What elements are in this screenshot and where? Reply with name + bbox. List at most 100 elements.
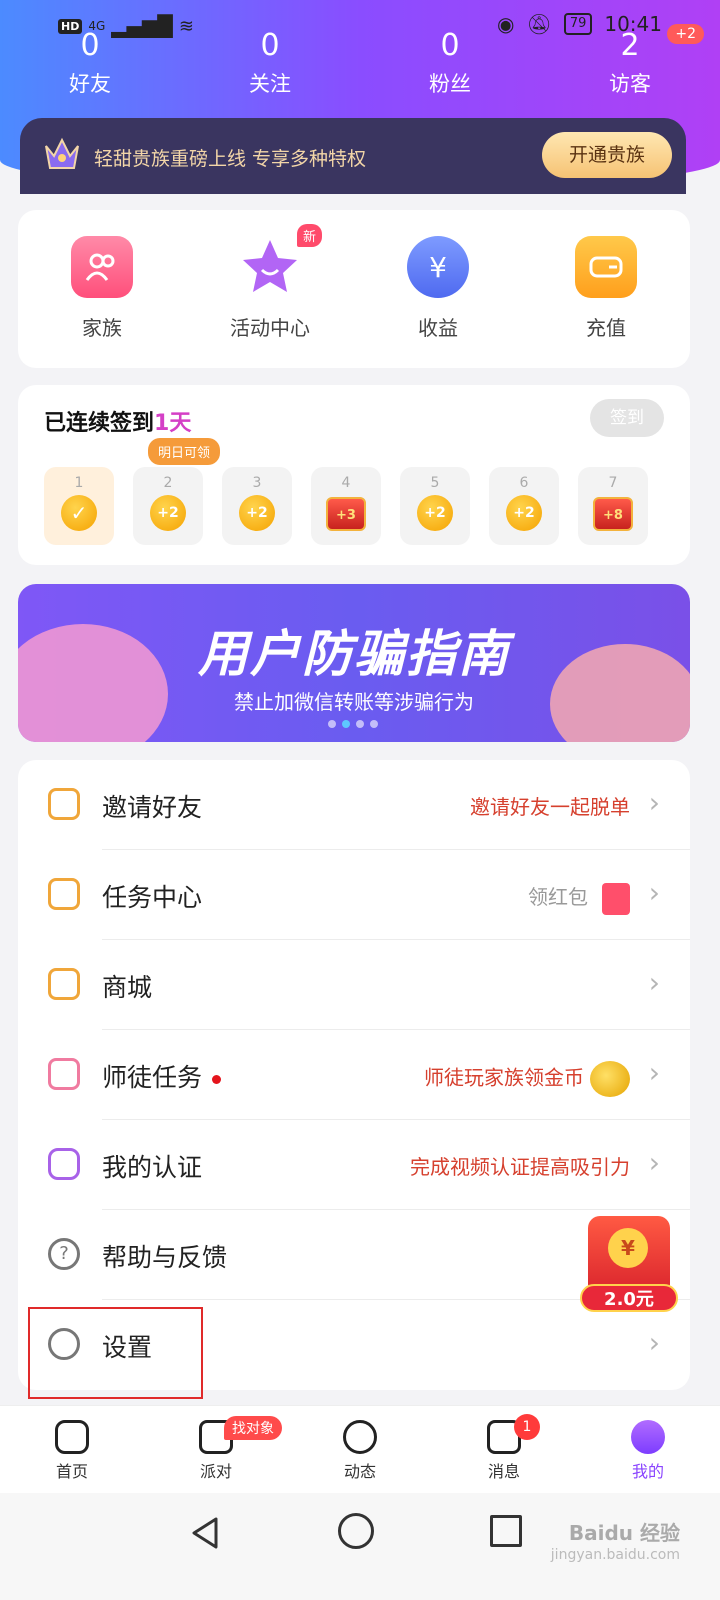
- checkin-day: 7 +8: [578, 467, 648, 545]
- day-number: 1: [74, 475, 84, 491]
- crown-icon: [45, 137, 79, 169]
- checkin-card: 已连续签到1天 签到 明日可领 1 ✓ 2 +2 3 +2 4 +3 5 +2 …: [18, 385, 690, 565]
- menu-hint: 师徒玩家族领金币: [424, 1065, 584, 1090]
- find-match-badge: 找对象: [224, 1416, 282, 1440]
- menu-label-text: 师徒任务: [102, 1063, 203, 1092]
- tab-moments[interactable]: 动态: [288, 1406, 432, 1493]
- day-number: 7: [608, 475, 618, 491]
- menu-invite-friends[interactable]: 邀请好友 邀请好友一起脱单 ›: [18, 760, 690, 850]
- yuan-coin: ¥: [608, 1228, 648, 1268]
- menu-label: 任务中心: [102, 883, 203, 912]
- home-icon: [55, 1420, 89, 1454]
- invite-icon: [48, 788, 80, 820]
- stat-following[interactable]: 0 关注: [180, 28, 360, 98]
- coin-icon: +2: [506, 495, 542, 531]
- recents-icon[interactable]: [490, 1515, 522, 1547]
- profile-icon: [631, 1420, 665, 1454]
- quick-recharge[interactable]: 充值: [522, 210, 690, 368]
- watermark-url: jingyan.baidu.com: [550, 1547, 680, 1563]
- pagination-dot[interactable]: [356, 720, 364, 728]
- system-nav-bar: Baidu 经验 jingyan.baidu.com: [0, 1493, 720, 1600]
- quick-label: 收益: [418, 316, 458, 340]
- bottom-tab-bar: 首页 找对象 派对 动态 1 消息 我的: [0, 1405, 720, 1493]
- tomorrow-tip: 明日可领: [148, 438, 221, 465]
- vip-promo-bar[interactable]: 轻甜贵族重磅上线 专享多种特权 开通贵族: [20, 118, 686, 194]
- quick-activity-center[interactable]: 新 活动中心: [186, 210, 354, 368]
- stat-fans[interactable]: 0 粉丝: [360, 28, 540, 98]
- checkin-day: 5 +2: [400, 467, 470, 545]
- checkin-day: 2 +2: [133, 467, 203, 545]
- day-number: 4: [341, 475, 351, 491]
- stats-row: 0 好友 0 关注 0 粉丝 2 访客: [0, 28, 720, 98]
- quick-earnings[interactable]: ¥ 收益: [354, 210, 522, 368]
- menu-hint-wrap: 师徒玩家族领金币: [424, 1061, 630, 1097]
- tab-label: 动态: [343, 1462, 376, 1481]
- visitor-badge: +2: [667, 24, 704, 44]
- stat-label: 访客: [609, 72, 651, 96]
- tab-home[interactable]: 首页: [0, 1406, 144, 1493]
- annotation-highlight-box: [28, 1307, 203, 1399]
- tab-label: 我的: [631, 1462, 664, 1481]
- mentor-icon: [48, 1058, 80, 1090]
- coin-icon: +2: [150, 495, 186, 531]
- menu-task-center[interactable]: 任务中心 领红包 ›: [18, 850, 690, 940]
- pagination-dot[interactable]: [328, 720, 336, 728]
- red-packet-amount: 2.0元: [580, 1284, 678, 1312]
- checkin-button[interactable]: 签到: [590, 399, 664, 437]
- menu-hint: 邀请好友一起脱单: [470, 795, 630, 819]
- stat-value: 0: [260, 28, 280, 63]
- anti-fraud-banner[interactable]: 用户防骗指南 禁止加微信转账等涉骗行为: [18, 584, 690, 742]
- unread-dot: [212, 1074, 222, 1084]
- tab-profile[interactable]: 我的: [576, 1406, 720, 1493]
- chevron-right-icon: ›: [648, 1146, 660, 1179]
- chevron-right-icon: ›: [648, 966, 660, 999]
- quick-actions-card: 家族 新 活动中心 ¥ 收益 充值: [18, 210, 690, 368]
- tab-messages[interactable]: 1 消息: [432, 1406, 576, 1493]
- menu-mentor-tasks[interactable]: 师徒任务 师徒玩家族领金币 ›: [18, 1030, 690, 1120]
- day-number: 3: [252, 475, 262, 491]
- floating-red-packet[interactable]: ¥ 2.0元: [580, 1216, 680, 1316]
- menu-label: 师徒任务: [102, 1058, 222, 1094]
- checkin-days: 1 ✓ 2 +2 3 +2 4 +3 5 +2 6 +2 7 +8: [44, 467, 648, 545]
- home-nav-icon[interactable]: [338, 1513, 374, 1549]
- day-number: 2: [163, 475, 173, 491]
- red-packet-icon: [602, 882, 630, 915]
- stat-label: 粉丝: [429, 72, 471, 96]
- menu-hint-wrap: 领红包: [528, 881, 630, 915]
- menu-label: 邀请好友: [102, 793, 203, 822]
- menu-hint: 完成视频认证提高吸引力: [410, 1155, 630, 1179]
- checkin-day: 4 +3: [311, 467, 381, 545]
- day-number: 6: [519, 475, 529, 491]
- tab-label: 首页: [55, 1462, 88, 1481]
- chevron-right-icon: ›: [648, 1326, 660, 1359]
- stat-label: 关注: [249, 72, 291, 96]
- pagination-dot[interactable]: [370, 720, 378, 728]
- verify-icon: [48, 1148, 80, 1180]
- menu-label: 商城: [102, 973, 153, 1002]
- open-vip-button[interactable]: 开通贵族: [542, 132, 672, 178]
- menu-hint: 领红包: [528, 885, 588, 909]
- pagination-dot-active[interactable]: [342, 720, 350, 728]
- back-icon[interactable]: [186, 1513, 226, 1553]
- stat-friends[interactable]: 0 好友: [0, 28, 180, 98]
- shop-icon: [48, 968, 80, 1000]
- stat-value: 0: [80, 28, 100, 63]
- vip-promo-text: 轻甜贵族重磅上线 专享多种特权: [94, 148, 367, 170]
- checkin-day: 1 ✓: [44, 467, 114, 545]
- compass-icon: [343, 1420, 377, 1454]
- yuan-glyph: ¥: [429, 250, 447, 284]
- unread-count-badge: 1: [514, 1414, 540, 1440]
- menu-label: 我的认证: [102, 1153, 203, 1182]
- new-badge: 新: [297, 224, 323, 247]
- checkin-days-count: 1天: [154, 411, 192, 436]
- checkin-title-prefix: 已连续签到: [44, 411, 155, 436]
- menu-verification[interactable]: 我的认证 完成视频认证提高吸引力 ›: [18, 1120, 690, 1210]
- banner-pagination: [328, 720, 378, 728]
- checkin-day: 3 +2: [222, 467, 292, 545]
- banner-subtitle: 禁止加微信转账等涉骗行为: [234, 690, 474, 714]
- task-icon: [48, 878, 80, 910]
- checkin-day: 6 +2: [489, 467, 559, 545]
- quick-family[interactable]: 家族: [18, 210, 186, 368]
- tab-party[interactable]: 找对象 派对: [144, 1406, 288, 1493]
- menu-shop[interactable]: 商城 ›: [18, 940, 690, 1030]
